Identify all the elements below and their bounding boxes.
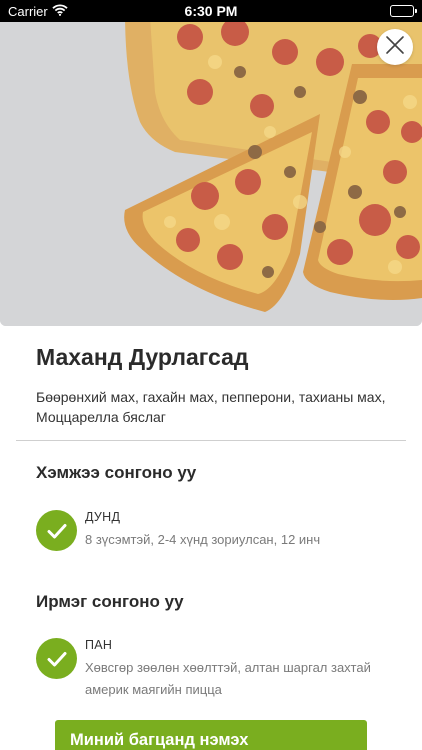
crust-option-description: Хөвсгөр зөөлөн хөөлттэй, алтан шаргал за… (85, 660, 371, 697)
divider (16, 440, 406, 441)
crust-option-name: ПАН (85, 638, 113, 652)
status-bar: Carrier 6:30 PM (0, 0, 422, 22)
status-time: 6:30 PM (184, 3, 238, 19)
product-title: Маханд Дурлагсад (36, 344, 249, 370)
close-icon (385, 35, 405, 60)
battery-icon (390, 5, 417, 17)
close-button[interactable] (377, 29, 413, 65)
check-icon[interactable] (36, 638, 77, 679)
check-icon[interactable] (36, 510, 77, 551)
product-description: Бөөрөнхий мах, гахайн мах, пепперони, та… (36, 389, 386, 425)
size-section-title: Хэмжээ сонгоно уу (36, 463, 197, 482)
size-option-name: ДУНД (85, 510, 121, 524)
pizza-photo (0, 22, 422, 326)
size-option-description: 8 зүсэмтэй, 2-4 хүнд зориулсан, 12 инч (85, 532, 321, 547)
add-to-cart-button[interactable]: Миний багцанд нэмэх (55, 720, 367, 750)
crust-section-title: Ирмэг сонгоно уу (36, 592, 184, 611)
